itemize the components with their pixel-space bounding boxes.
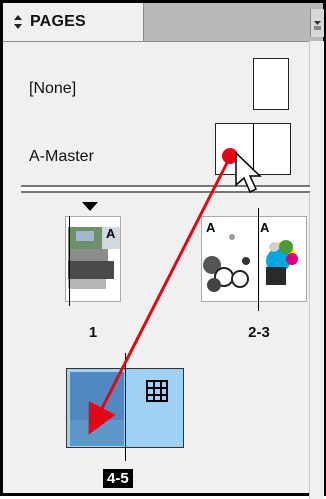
page-1-master-prefix: A (106, 226, 116, 241)
master-a-label: A-Master (29, 148, 94, 165)
spread-2-3-number: 2-3 (248, 324, 270, 341)
master-none-thumbnail[interactable] (253, 58, 289, 110)
spread-4-5-spine (125, 353, 126, 461)
tab-pages-label: PAGES (30, 13, 86, 30)
panel-tab-bar: PAGES (3, 3, 324, 42)
page-3-master-prefix: A (260, 220, 270, 235)
masters-pages-divider[interactable] (21, 185, 310, 193)
current-page-indicator-icon (82, 202, 98, 211)
mouse-pointer-icon (235, 151, 262, 194)
spread-2-3-image (202, 217, 306, 301)
panel-menu-icon[interactable] (310, 9, 324, 37)
page-2-master-prefix: A (206, 220, 216, 235)
spread-4-5-number: 4-5 (103, 469, 133, 488)
page-1-number: 1 (88, 324, 98, 341)
tab-pages[interactable]: PAGES (3, 3, 144, 41)
master-none-label: [None] (29, 80, 77, 97)
panel-scrollbar[interactable] (309, 41, 324, 499)
page-1-thumbnail[interactable]: A (65, 216, 121, 302)
expand-collapse-arrows-icon[interactable] (13, 14, 23, 30)
pages-panel: PAGES [None] A-Master A 1 A A 2-3 4-5 (0, 0, 326, 499)
spread-2-3-spine (258, 208, 259, 311)
page-1-spine (69, 216, 70, 306)
spread-2-3-thumbnail[interactable]: A A (201, 216, 307, 302)
